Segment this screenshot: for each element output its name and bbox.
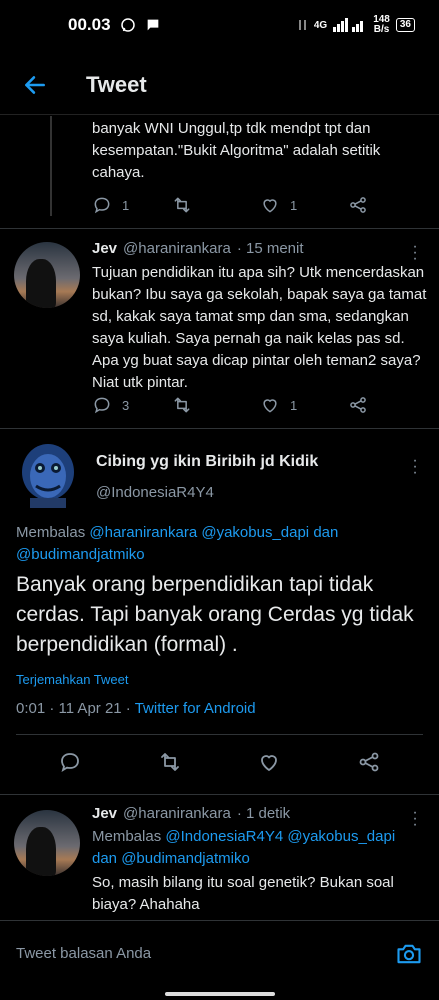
- source-link[interactable]: Twitter for Android: [135, 700, 256, 717]
- heart-icon: [263, 199, 277, 213]
- reply-input[interactable]: [16, 945, 376, 962]
- reply-compose-bar: [0, 920, 439, 986]
- camera-icon[interactable]: [395, 940, 423, 968]
- signal-icon: [333, 18, 367, 32]
- replying-to: Membalas @haranirankara @yakobus_dapi da…: [16, 524, 339, 563]
- retweet-icon: [174, 197, 190, 213]
- divider: [0, 428, 439, 429]
- chat-bubble-icon: [145, 17, 161, 33]
- mention-link[interactable]: @haranirankara: [89, 524, 197, 541]
- retweet-action[interactable]: [172, 395, 260, 415]
- heart-icon: [263, 399, 277, 413]
- tweet-time: · 1 detik: [236, 805, 291, 822]
- mention-link[interactable]: @yakobus_dapi: [287, 828, 395, 845]
- tweet-header: Jev @haranirankara · 1 detik: [92, 805, 290, 822]
- tweet-timestamp: 0:01 · 11 Apr 21 ·: [16, 700, 131, 717]
- reply-action[interactable]: 1: [92, 195, 172, 215]
- heart-icon[interactable]: [257, 750, 281, 774]
- data-arrows-icon: [298, 18, 308, 32]
- thread-line: [50, 116, 52, 216]
- back-arrow-icon[interactable]: [22, 72, 48, 98]
- author-handle: @haranirankara: [123, 240, 231, 257]
- avatar[interactable]: [14, 242, 80, 308]
- main-author-name[interactable]: Cibing yg ikin Biribih jd Kidik: [96, 453, 318, 471]
- share-action[interactable]: [348, 395, 368, 415]
- like-action[interactable]: 1: [260, 195, 348, 215]
- avatar[interactable]: [14, 810, 80, 876]
- status-bar: 00.03 4G 148 B/s 36: [0, 0, 439, 50]
- mention-link[interactable]: @IndonesiaR4Y4: [165, 828, 283, 845]
- author-name[interactable]: Jev: [92, 805, 117, 822]
- mention-link[interactable]: @budimandjatmiko: [16, 546, 145, 563]
- more-options-icon[interactable]: · · ·: [411, 239, 419, 267]
- replying-to: Membalas @IndonesiaR4Y4 @yakobus_dapi da…: [92, 828, 396, 867]
- battery-icon: 36: [395, 18, 415, 32]
- main-author-handle: @IndonesiaR4Y4: [96, 484, 214, 501]
- network-type: 4G: [313, 19, 328, 31]
- share-icon[interactable]: [357, 750, 381, 774]
- main-tweet-actions: [0, 750, 439, 774]
- home-indicator[interactable]: [165, 992, 275, 996]
- reply-action[interactable]: 3: [92, 395, 172, 415]
- reply-icon[interactable]: [58, 750, 82, 774]
- share-icon: [350, 197, 366, 213]
- tweet-header: Jev @haranirankara · 15 menit: [92, 240, 304, 257]
- whatsapp-icon: [119, 16, 137, 34]
- status-time: 00.03: [68, 15, 111, 34]
- retweet-action[interactable]: [172, 195, 260, 215]
- reply-icon: [94, 397, 110, 414]
- retweet-icon[interactable]: [158, 750, 182, 774]
- tweet-text: Tujuan pendidikan itu apa sih? Utk mence…: [92, 264, 427, 391]
- more-options-icon[interactable]: · · ·: [411, 453, 419, 481]
- share-action[interactable]: [348, 195, 368, 215]
- reply-icon: [94, 197, 110, 214]
- main-tweet-text: Banyak orang berpendidikan tapi tidak ce…: [16, 573, 414, 656]
- divider: [0, 794, 439, 795]
- tweet-meta: 0:01 · 11 Apr 21 · Twitter for Android: [16, 700, 256, 717]
- author-handle: @haranirankara: [123, 805, 231, 822]
- translate-link[interactable]: Terjemahkan Tweet: [16, 672, 129, 687]
- divider: [16, 734, 423, 735]
- tweet-actions: 3 1: [92, 395, 392, 415]
- mention-link[interactable]: @budimandjatmiko: [121, 850, 250, 867]
- page-title: Tweet: [86, 71, 147, 97]
- like-action[interactable]: 1: [260, 395, 348, 415]
- tweet-text: So, masih bilang itu soal genetik? Bukan…: [92, 874, 394, 913]
- retweet-icon: [174, 397, 190, 413]
- divider: [0, 228, 439, 229]
- author-name[interactable]: Jev: [92, 240, 117, 257]
- tweet-time: · 15 menit: [236, 240, 304, 257]
- tweet-text: banyak WNI Unggul,tp tdk mendpt tpt dan …: [92, 120, 381, 181]
- top-app-bar: Tweet: [0, 55, 439, 115]
- main-avatar[interactable]: [20, 442, 76, 508]
- mention-link[interactable]: @yakobus_dapi: [201, 524, 309, 541]
- speed-unit: B/s: [373, 24, 390, 35]
- share-icon: [350, 397, 366, 413]
- tweet-actions: 1 1: [92, 195, 392, 215]
